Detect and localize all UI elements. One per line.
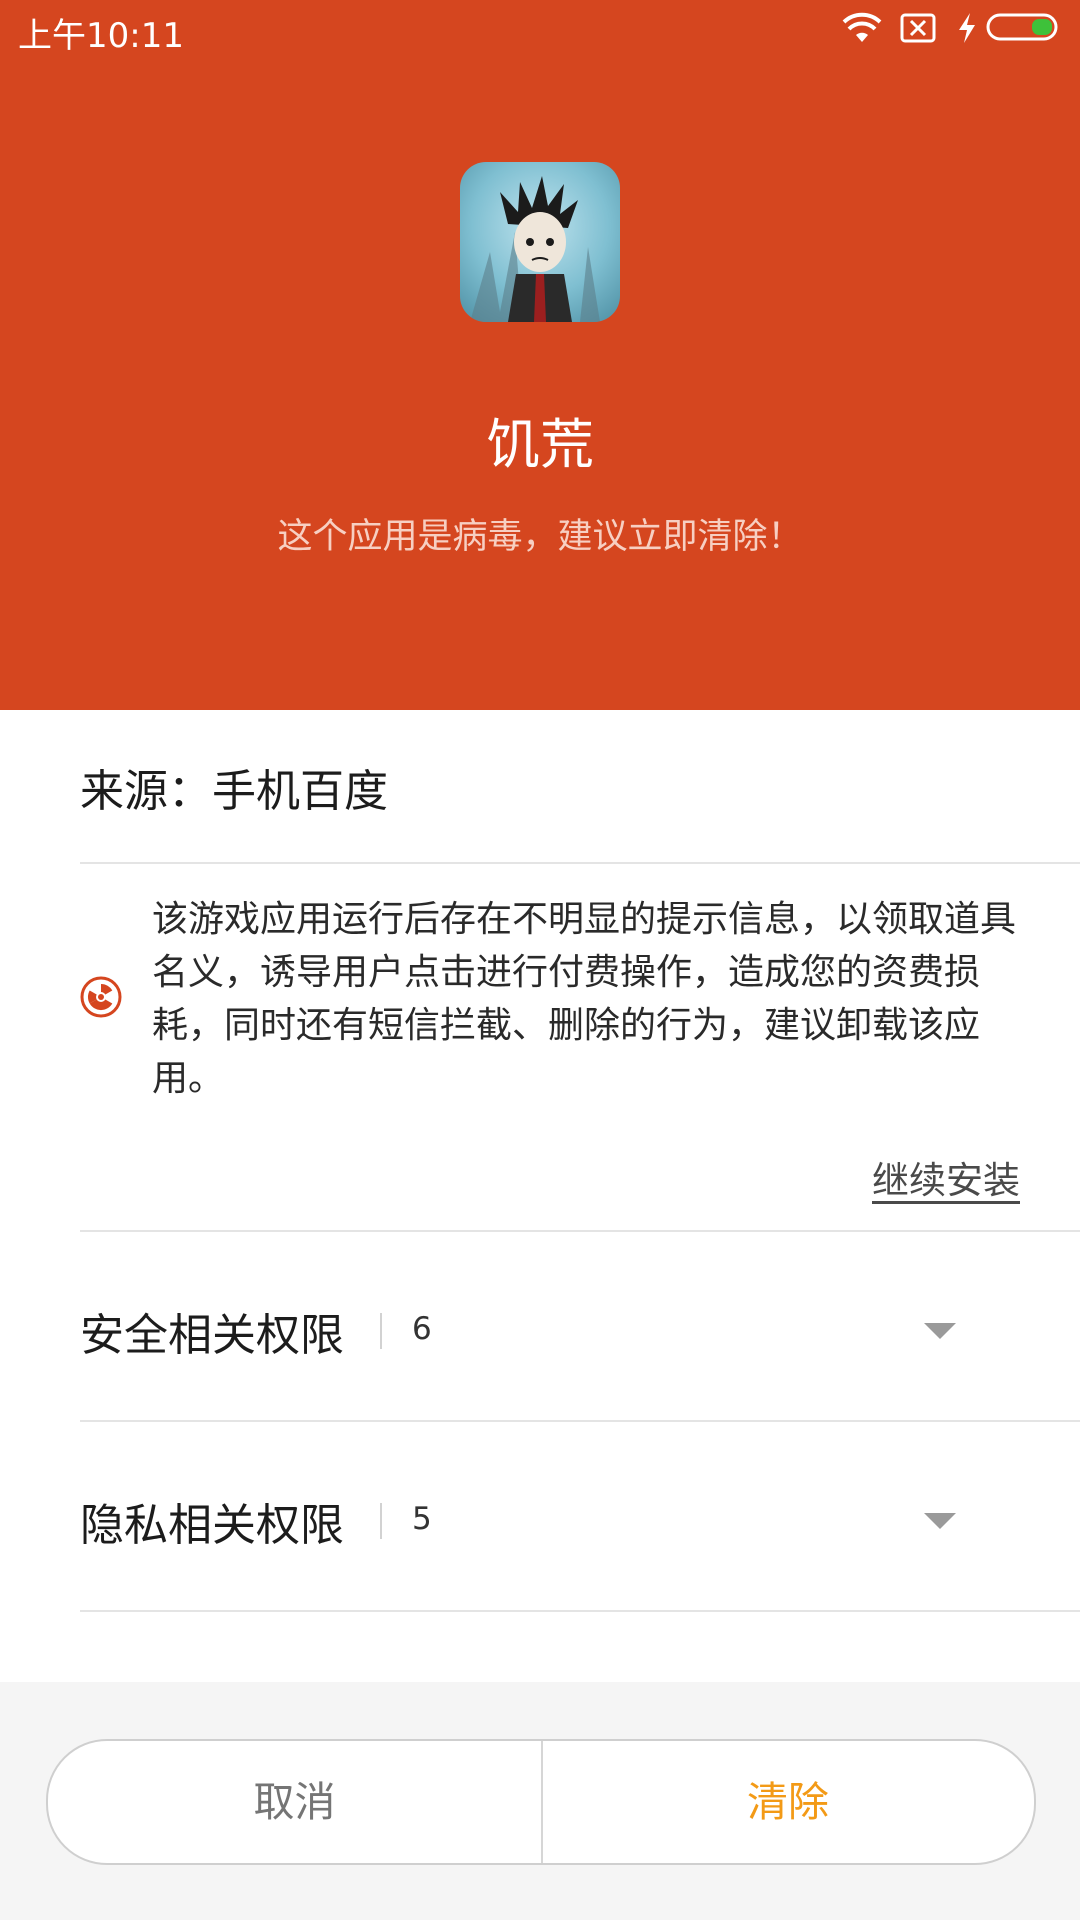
virus-description: 该游戏应用运行后存在不明显的提示信息，以领取道具名义，诱导用户点击进行付费操作，…	[152, 899, 1017, 1099]
separator	[380, 1313, 382, 1349]
permission-label: 隐私相关权限	[80, 1500, 344, 1551]
permission-label: 安全相关权限	[80, 1310, 344, 1361]
permission-count: 5	[412, 1501, 432, 1537]
battery-icon	[986, 13, 1058, 41]
divider	[80, 862, 1080, 864]
security-permissions-row[interactable]: 安全相关权限 6	[80, 1277, 1080, 1377]
chevron-down-icon[interactable]	[924, 1323, 956, 1339]
status-bar: 上午10:11	[0, 0, 1080, 60]
divider	[80, 1230, 1080, 1232]
status-time: 上午10:11	[18, 16, 184, 56]
action-buttons: 取消 清除	[46, 1739, 1036, 1865]
permission-count: 6	[412, 1311, 432, 1347]
source-label: 来源：手机百度	[80, 766, 388, 817]
divider	[80, 1420, 1080, 1422]
radiation-warning-icon	[80, 976, 122, 1018]
chevron-down-icon[interactable]	[924, 1513, 956, 1529]
divider	[80, 1610, 1080, 1612]
sim-blocked-icon	[900, 13, 936, 43]
wifi-icon	[842, 12, 882, 42]
virus-warning-text: 这个应用是病毒，建议立即清除！	[277, 517, 803, 557]
privacy-permissions-row[interactable]: 隐私相关权限 5	[80, 1467, 1080, 1567]
charging-icon	[959, 13, 975, 43]
clear-button[interactable]: 清除	[542, 1741, 1034, 1863]
continue-install-link[interactable]: 继续安装	[872, 1150, 1020, 1204]
app-name: 饥荒	[486, 413, 594, 476]
cancel-button[interactable]: 取消	[48, 1741, 541, 1863]
header-banner: 上午10:11 饥荒 这个应用是病毒，建议立即清除！	[0, 0, 1080, 710]
app-icon	[460, 162, 620, 322]
game-character-icon	[470, 176, 600, 322]
separator	[380, 1503, 382, 1539]
